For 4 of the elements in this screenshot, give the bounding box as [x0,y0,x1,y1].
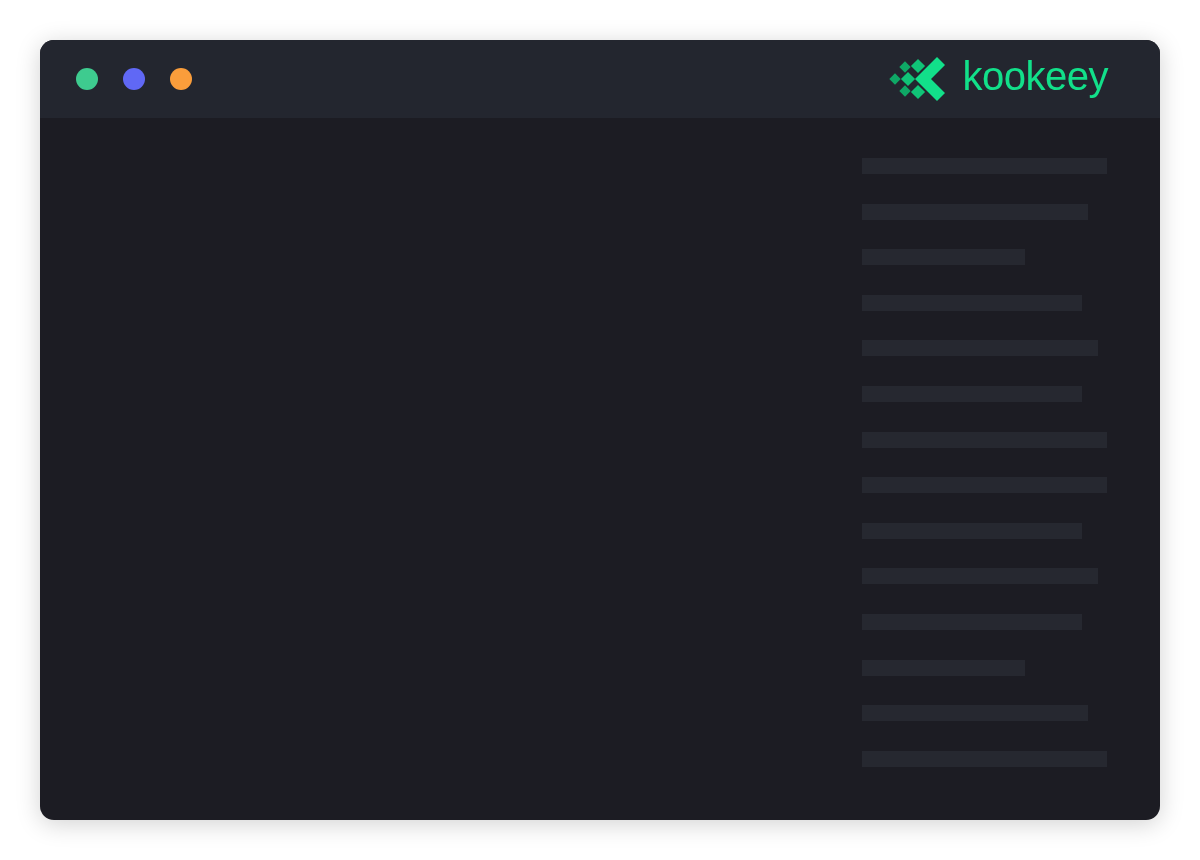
logo-text: kookeey [962,56,1108,96]
window-control-dot[interactable] [76,68,98,90]
window-control-dot[interactable] [123,68,145,90]
window-control-dot[interactable] [170,68,192,90]
